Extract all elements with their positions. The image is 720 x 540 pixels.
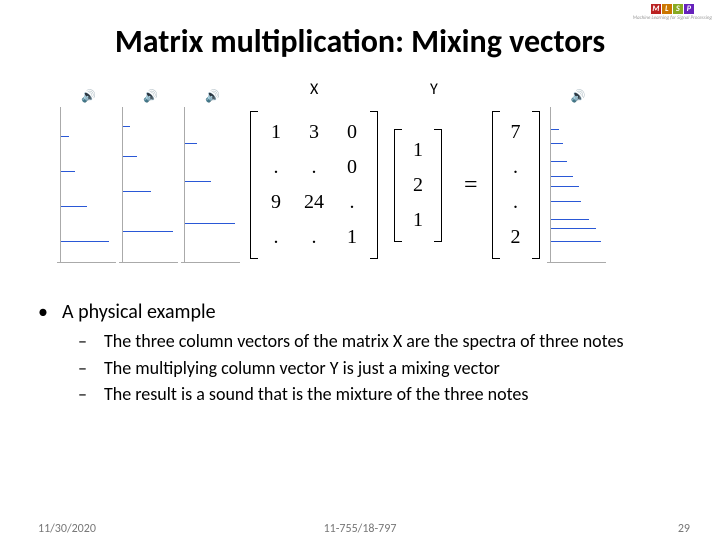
matrix-cell: . (336, 191, 368, 214)
vector-cell: . (502, 156, 530, 179)
logo-letter: S (673, 4, 683, 14)
body-text: • A physical example – The three column … (38, 300, 678, 410)
speaker-icon: 🔊 (81, 89, 96, 104)
bullet-text: A physical example (62, 300, 216, 324)
slide-title: Matrix multiplication: Mixing vectors (0, 22, 720, 61)
dash: – (78, 383, 94, 406)
footer-date: 11/30/2020 (38, 522, 96, 536)
matrix-cell: . (260, 156, 292, 179)
logo-letter: M (651, 4, 661, 14)
label-x: X (310, 80, 318, 99)
matrix-cell: . (260, 226, 292, 249)
spectrum-2: 🔊 (122, 107, 178, 263)
logo-letter: P (684, 4, 694, 14)
vector-cell: 2 (502, 226, 530, 249)
matrix-cell: 0 (336, 121, 368, 144)
dash: – (78, 330, 94, 353)
sub-bullet-text: The three column vectors of the matrix X… (104, 330, 624, 353)
dash: – (78, 357, 94, 380)
bullet-dot: • (38, 300, 52, 324)
matrix-cell: 1 (260, 121, 292, 144)
vector-cell: 2 (404, 174, 432, 197)
logo-subtext: Machine Learning for Signal Processing (633, 15, 712, 21)
logo-letter: L (662, 4, 672, 14)
matrix-cell: . (298, 226, 330, 249)
matrix-cell: 3 (298, 121, 330, 144)
equals-sign: = (464, 172, 478, 199)
speaker-icon: 🔊 (143, 89, 158, 104)
vector-cell: 1 (404, 209, 432, 232)
label-y: Y (430, 80, 438, 99)
vector-y: 1 2 1 (394, 127, 442, 244)
matrix-cell: 9 (260, 191, 292, 214)
logo: M L S P Machine Learning for Signal Proc… (633, 4, 712, 21)
footer-course: 11-755/18-797 (324, 522, 397, 536)
matrix-cell: 0 (336, 156, 368, 179)
spectrum-3: 🔊 (184, 107, 240, 263)
matrix-cell: . (298, 156, 330, 179)
sub-bullet-text: The multiplying column vector Y is just … (104, 357, 500, 380)
sub-bullet-text: The result is a sound that is the mixtur… (104, 383, 528, 406)
speaker-icon: 🔊 (205, 89, 220, 104)
spectra-group: 🔊 🔊 🔊 (60, 107, 240, 263)
figure-row: 🔊 🔊 🔊 1 3 0 . . 0 9 24 . . (60, 100, 660, 270)
vector-cell: 7 (502, 121, 530, 144)
result-vector: 7 . . 2 (492, 109, 540, 261)
spectrum-1: 🔊 (60, 107, 116, 263)
speaker-icon: 🔊 (571, 89, 586, 104)
matrix-cell: 1 (336, 226, 368, 249)
vector-cell: 1 (404, 139, 432, 162)
footer-page: 29 (678, 522, 690, 536)
matrix-x: 1 3 0 . . 0 9 24 . . . 1 (250, 109, 378, 261)
matrix-cell: 24 (298, 191, 330, 214)
vector-cell: . (502, 191, 530, 214)
result-spectrum: 🔊 (550, 107, 606, 263)
